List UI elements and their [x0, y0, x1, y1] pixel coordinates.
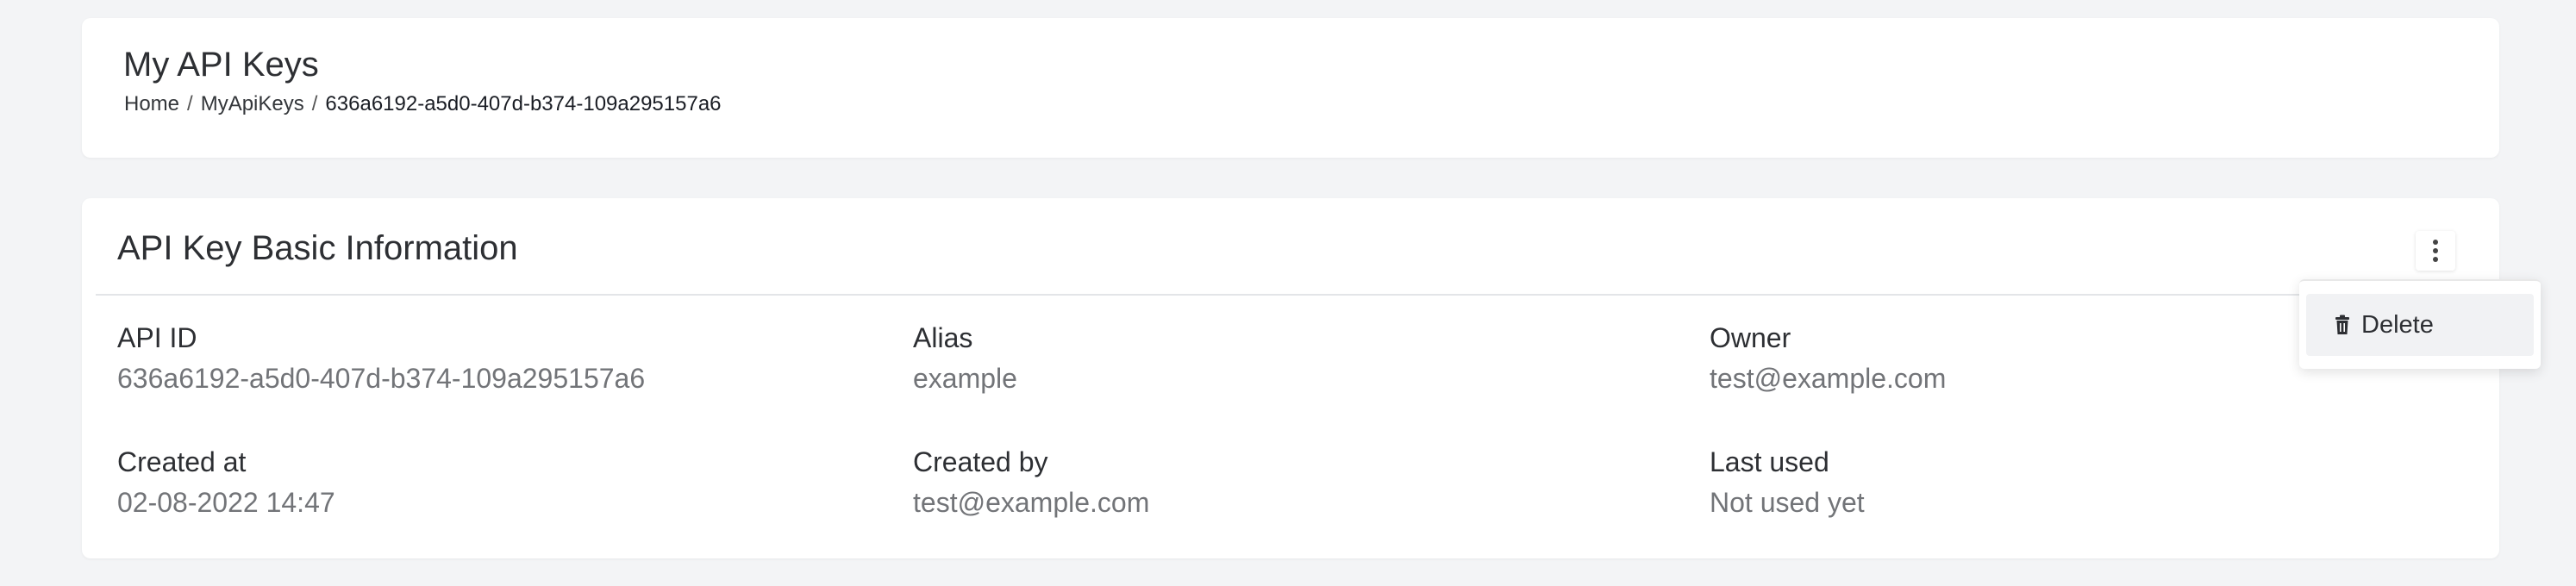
field-created-at: Created at 02-08-2022 14:47 [117, 448, 335, 516]
field-alias: Alias example [913, 324, 1017, 392]
delete-menu-item[interactable]: Delete [2306, 294, 2534, 356]
field-value: example [913, 363, 1017, 394]
field-label: Created at [117, 446, 247, 477]
field-value: test@example.com [913, 487, 1150, 518]
field-label: Owner [1710, 322, 1791, 353]
more-actions-button[interactable] [2416, 231, 2455, 271]
field-value: Not used yet [1710, 487, 1865, 518]
actions-dropdown-menu: Delete [2299, 279, 2541, 369]
section-title: API Key Basic Information [117, 229, 518, 267]
field-owner: Owner test@example.com [1710, 324, 1946, 392]
breadcrumb-myapikeys-link[interactable]: MyApiKeys [201, 92, 304, 116]
field-label: API ID [117, 322, 197, 353]
breadcrumb-current: 636a6192-a5d0-407d-b374-109a295157a6 [325, 92, 722, 115]
trash-icon [2335, 315, 2349, 334]
section-divider [96, 294, 2485, 296]
field-label: Alias [913, 322, 973, 353]
field-created-by: Created by test@example.com [913, 448, 1149, 516]
breadcrumb-home-link[interactable]: Home [124, 92, 179, 116]
field-value: 02-08-2022 14:47 [117, 487, 335, 518]
breadcrumb-separator: / [187, 92, 193, 115]
page-title: My API Keys [123, 46, 319, 84]
breadcrumb: Home / MyApiKeys / 636a6192-a5d0-407d-b3… [124, 92, 722, 116]
field-label: Last used [1710, 446, 1829, 477]
field-label: Created by [913, 446, 1048, 477]
page-header-card: My API Keys Home / MyApiKeys / 636a6192-… [82, 18, 2499, 158]
field-value: 636a6192-a5d0-407d-b374-109a295157a6 [117, 363, 646, 394]
field-api-id: API ID 636a6192-a5d0-407d-b374-109a29515… [117, 324, 645, 392]
field-last-used: Last used Not used yet [1710, 448, 1865, 516]
field-value: test@example.com [1710, 363, 1947, 394]
kebab-menu-icon [2433, 240, 2438, 262]
breadcrumb-separator: / [311, 92, 318, 115]
api-key-info-card: API Key Basic Information API ID 636a619… [82, 198, 2541, 558]
delete-label: Delete [2361, 310, 2434, 339]
